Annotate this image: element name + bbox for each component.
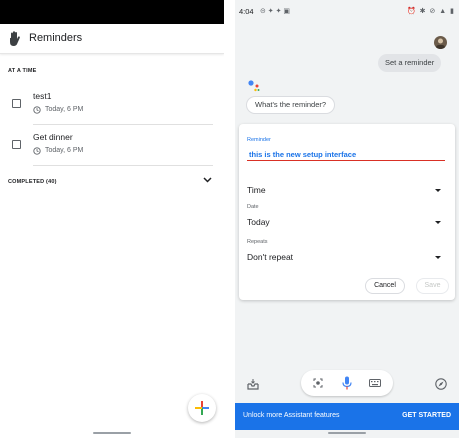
add-reminder-button[interactable]: [188, 394, 216, 422]
app-bar: Reminders: [0, 24, 224, 54]
reminder-time: Today, 6 PM: [45, 106, 84, 113]
notification-icons: ⊝ ✦ ✦ ▣: [260, 8, 291, 15]
input-pill: [301, 370, 393, 396]
date-label: Date: [247, 204, 259, 210]
reminder-setup-card: Reminder this is the new setup interface…: [239, 124, 455, 300]
hand-icon: [10, 31, 20, 46]
add-icon: [195, 401, 209, 415]
assistant-promo-banner: Unlock more Assistant features GET START…: [235, 403, 459, 430]
clock-icon: [33, 106, 41, 114]
reminder-name: Get dinner: [33, 132, 73, 142]
lens-icon[interactable]: [313, 378, 323, 388]
section-label-at-a-time: AT A TIME: [8, 68, 37, 74]
assistant-input-bar: [235, 366, 459, 402]
banner-text: Unlock more Assistant features: [243, 412, 340, 419]
assistant-logo-icon: [248, 80, 260, 92]
home-indicator[interactable]: [328, 432, 366, 434]
reminder-checkbox[interactable]: [12, 99, 21, 108]
input-underline: [247, 160, 445, 161]
time-dropdown[interactable]: Time: [247, 185, 266, 195]
date-dropdown[interactable]: Today: [247, 217, 270, 227]
app-title: Reminders: [29, 32, 83, 44]
clock-icon: [33, 147, 41, 155]
divider: [33, 165, 213, 166]
dropdown-arrow-icon[interactable]: [435, 221, 441, 224]
assistant-message-bubble: What's the reminder?: [246, 96, 336, 114]
system-icons: ⏰ ✱ ⊘ ▲ ▮: [406, 8, 455, 15]
reminder-name: test1: [33, 91, 52, 101]
completed-label: COMPLETED (40): [8, 179, 57, 185]
explore-compass-icon[interactable]: [435, 378, 447, 390]
reminders-screen: Reminders AT A TIME test1 Today, 6 PM Ge…: [0, 0, 224, 438]
dropdown-arrow-icon[interactable]: [435, 256, 441, 259]
microphone-icon[interactable]: [342, 376, 352, 390]
user-message-bubble: Set a reminder: [378, 54, 442, 72]
reminder-item[interactable]: Get dinner Today, 6 PM: [0, 125, 224, 165]
cancel-button[interactable]: Cancel: [365, 278, 405, 294]
reminder-item[interactable]: test1 Today, 6 PM: [0, 84, 224, 124]
repeats-label: Repeats: [247, 239, 268, 245]
avatar[interactable]: [434, 36, 447, 49]
dropdown-arrow-icon[interactable]: [435, 189, 441, 192]
reminder-checkbox[interactable]: [12, 140, 21, 149]
keyboard-icon[interactable]: [369, 379, 381, 387]
home-indicator[interactable]: [93, 432, 131, 434]
repeats-dropdown[interactable]: Don't repeat: [247, 252, 293, 262]
reminder-text-input[interactable]: this is the new setup interface: [249, 150, 356, 159]
status-bar: [0, 0, 224, 24]
snapshot-tray-icon[interactable]: [247, 378, 259, 390]
assistant-screen: 4:04 ⊝ ✦ ✦ ▣ ⏰ ✱ ⊘ ▲ ▮ Set a reminder Wh…: [235, 0, 459, 438]
status-time: 4:04: [239, 7, 254, 16]
chevron-down-icon[interactable]: [203, 177, 212, 183]
get-started-button[interactable]: GET STARTED: [402, 412, 451, 419]
reminder-field-label: Reminder: [247, 137, 271, 143]
save-button[interactable]: Save: [416, 278, 449, 294]
reminder-time: Today, 6 PM: [45, 147, 84, 154]
